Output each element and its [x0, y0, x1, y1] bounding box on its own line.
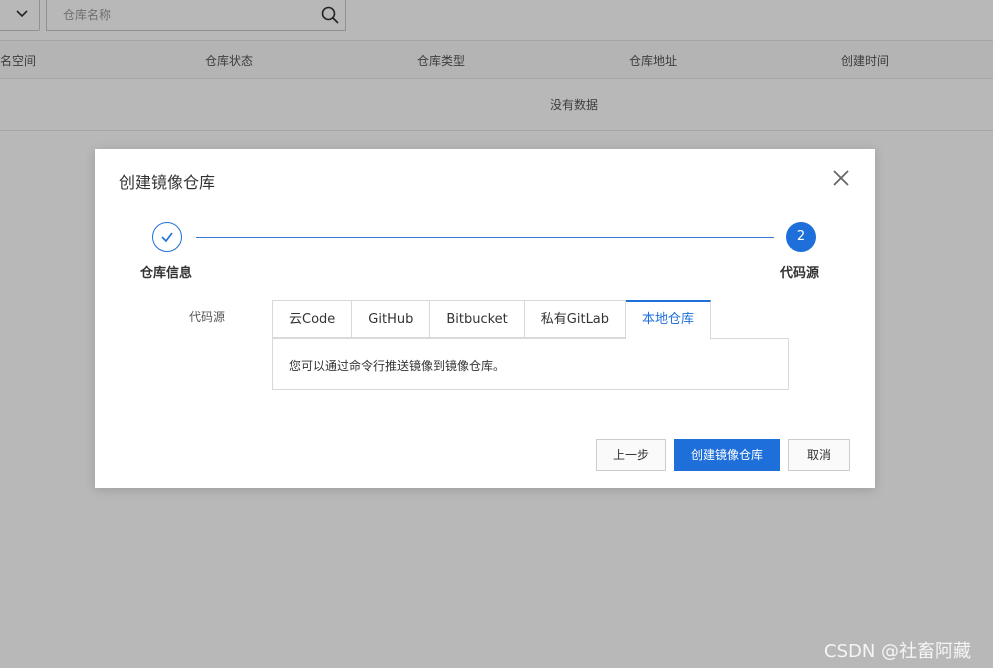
- step-2-label: 代码源: [780, 266, 820, 281]
- step-connector-line: [196, 237, 774, 238]
- step-1-indicator: [152, 222, 182, 252]
- code-source-tabs: 云Code GitHub Bitbucket 私有GitLab 本地仓库: [272, 300, 712, 340]
- step-2-indicator: 2: [786, 222, 816, 252]
- create-repository-dialog: 创建镜像仓库 仓库信息 2 代码源 代码源 云Code GitHub Bitbu…: [95, 149, 875, 488]
- tab-private-gitlab[interactable]: 私有GitLab: [524, 300, 627, 338]
- tab-yun-code[interactable]: 云Code: [272, 300, 353, 338]
- watermark: CSDN @社畜阿藏: [824, 641, 972, 662]
- page: 命名空间 仓库状态 仓库类型 仓库地址 创建时间 没有数据 创建镜像仓库 仓库信…: [0, 0, 993, 668]
- code-source-label: 代码源: [189, 310, 226, 324]
- previous-step-button[interactable]: 上一步: [596, 439, 666, 471]
- tab-local-repository[interactable]: 本地仓库: [626, 300, 712, 340]
- tab-github[interactable]: GitHub: [352, 300, 431, 338]
- dialog-title: 创建镜像仓库: [119, 173, 216, 192]
- cancel-button[interactable]: 取消: [788, 439, 850, 471]
- tab-panel: 您可以通过命令行推送镜像到镜像仓库。: [272, 338, 789, 390]
- checkmark-icon: [161, 232, 173, 243]
- close-icon[interactable]: [831, 168, 851, 188]
- panel-description: 您可以通过命令行推送镜像到镜像仓库。: [289, 359, 506, 373]
- step-1-label: 仓库信息: [140, 266, 193, 281]
- tab-bitbucket[interactable]: Bitbucket: [430, 300, 525, 338]
- create-repository-button[interactable]: 创建镜像仓库: [674, 439, 780, 471]
